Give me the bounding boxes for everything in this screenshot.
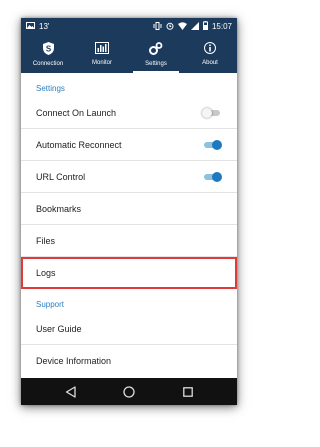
vibrate-icon — [153, 21, 162, 32]
info-icon — [204, 42, 216, 57]
tab-monitor[interactable]: Monitor — [75, 35, 129, 73]
bookmarks-row[interactable]: Bookmarks — [21, 193, 237, 225]
files-row[interactable]: Files — [21, 225, 237, 257]
tab-about-label: About — [202, 60, 218, 66]
user-guide-label: User Guide — [36, 323, 82, 334]
connect-on-launch-toggle[interactable] — [202, 107, 222, 118]
picture-icon — [26, 22, 35, 31]
recents-icon[interactable] — [181, 385, 195, 399]
user-guide-row[interactable]: User Guide — [21, 313, 237, 345]
url-control-toggle[interactable] — [202, 171, 222, 182]
tab-settings-label: Settings — [145, 60, 167, 67]
tab-connection-label: Connection — [32, 60, 64, 67]
tab-about[interactable]: About — [183, 35, 237, 73]
bars-chart-icon — [95, 42, 109, 57]
url-control-label: URL Control — [36, 171, 86, 182]
battery-icon — [202, 21, 208, 32]
android-nav-bar — [21, 378, 237, 405]
status-left-indicator: 13' — [39, 22, 50, 31]
tab-monitor-label: Monitor — [91, 60, 112, 66]
tab-connection[interactable]: S Connection — [21, 35, 75, 73]
settings-list: Settings Connect On Launch Automatic Rec… — [21, 73, 237, 377]
url-control-row[interactable]: URL Control — [21, 161, 237, 193]
device-information-label: Device Information — [36, 356, 112, 366]
tab-settings[interactable]: Settings — [129, 35, 183, 73]
automatic-reconnect-row[interactable]: Automatic Reconnect — [21, 129, 237, 161]
status-time: 15:07 — [211, 22, 232, 31]
phone-screen: 13' 15:07 S Connection Monitor Settings … — [21, 18, 237, 405]
gears-icon — [149, 41, 163, 58]
automatic-reconnect-toggle[interactable] — [202, 139, 222, 150]
svg-text:S: S — [45, 44, 51, 53]
section-header-support: Support — [36, 300, 65, 309]
alarm-icon — [166, 22, 174, 32]
wifi-icon — [177, 21, 187, 32]
tab-bar: S Connection Monitor Settings About — [21, 35, 237, 73]
bookmarks-label: Bookmarks — [36, 203, 82, 214]
connect-on-launch-row[interactable]: Connect On Launch — [21, 97, 237, 129]
status-bar: 13' 15:07 — [21, 18, 237, 35]
shield-s-icon: S — [42, 41, 54, 58]
logs-row[interactable]: Logs — [21, 257, 237, 289]
connect-on-launch-label: Connect On Launch — [36, 107, 117, 118]
home-icon[interactable] — [122, 385, 136, 399]
logs-label: Logs — [36, 268, 56, 278]
automatic-reconnect-label: Automatic Reconnect — [36, 139, 122, 150]
signal-icon — [190, 21, 199, 32]
section-header-settings: Settings — [36, 84, 65, 93]
back-icon[interactable] — [63, 385, 77, 399]
files-label: Files — [36, 235, 56, 246]
device-information-row[interactable]: Device Information — [21, 345, 237, 377]
